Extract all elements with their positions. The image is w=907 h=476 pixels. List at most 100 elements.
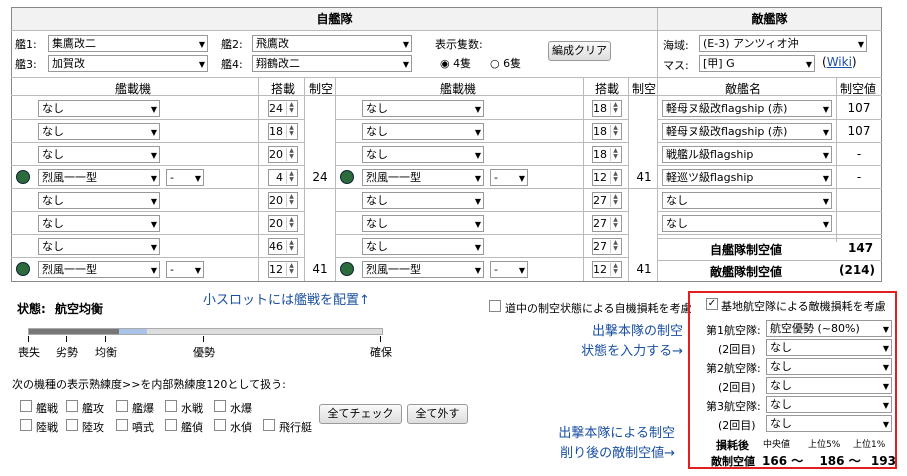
proficiency-type-checkbox[interactable] [165, 400, 177, 412]
proficiency-type-checkbox[interactable] [116, 419, 128, 431]
land-base-state-select[interactable]: なし ▼ [766, 396, 892, 413]
proficiency-type-checkbox[interactable] [20, 419, 32, 431]
ship1-label: 艦1: [15, 38, 37, 51]
slot-count-input[interactable]: 27 ▲ ▼ [592, 238, 622, 255]
slot-count-input[interactable]: 12 ▲ ▼ [268, 261, 298, 278]
own-fleet-header: 自艦隊 [12, 8, 657, 30]
proficiency-type-label: 陸攻 [82, 421, 104, 434]
slot-count-input[interactable]: 18 ▲ ▼ [592, 100, 622, 117]
radio-6[interactable]: ○ 6隻 [490, 55, 521, 71]
radio-4[interactable]: ◉ 4隻 [440, 55, 471, 71]
slot-count-input[interactable]: 18 ▲ ▼ [592, 146, 622, 163]
ship-air-value: 41 [312, 262, 328, 276]
aircraft-select[interactable]: なし ▼ [38, 238, 160, 255]
proficiency-type-label: 噴式 [132, 421, 154, 434]
enemy-ship-select[interactable]: 戦艦ル級flagship ▼ [662, 146, 832, 163]
slot-count-input[interactable]: 20 ▲ ▼ [268, 192, 298, 209]
land-base-state-select[interactable]: 航空優勢 (~80%) ▼ [766, 320, 892, 337]
ship2-select[interactable]: 飛鷹改 ▼ [252, 35, 412, 52]
result-mid-label: 中央値 [763, 440, 791, 450]
aircraft-select[interactable]: なし ▼ [362, 238, 484, 255]
enemy-air-value: - [856, 147, 862, 161]
status-label: 状態: [17, 302, 46, 316]
proficiency-type-label: 水偵 [230, 421, 252, 434]
proficiency-select[interactable]: - ▼ [166, 169, 204, 186]
enemy-ship-select[interactable]: 軽母ヌ級改flagship (赤) ▼ [662, 100, 832, 117]
aircraft-select[interactable]: 烈風一一型 ▼ [38, 169, 160, 186]
aircraft-select[interactable]: なし ▼ [362, 100, 484, 117]
land-base-state-select[interactable]: なし ▼ [766, 339, 892, 356]
slot-count-input[interactable]: 18 ▲ ▼ [592, 123, 622, 140]
aircraft-select[interactable]: なし ▼ [362, 123, 484, 140]
aircraft-select[interactable]: 烈風一一型 ▼ [362, 169, 484, 186]
proficiency-select[interactable]: - ▼ [490, 261, 528, 278]
proficiency-type-label: 飛行艇 [279, 421, 312, 434]
midway-loss-checkbox[interactable] [489, 300, 501, 312]
aircraft-select[interactable]: なし ▼ [38, 123, 160, 140]
slot-count-input[interactable]: 20 ▲ ▼ [268, 215, 298, 232]
enemy-ship-select[interactable]: なし ▼ [662, 192, 832, 209]
col-slots-right: 搭載 [595, 82, 620, 96]
gauge-label: 優勢 [193, 346, 215, 359]
col-slots-left: 搭載 [271, 82, 296, 96]
cell-select[interactable]: [甲] G ▼ [699, 55, 815, 72]
land-base-state-select[interactable]: なし ▼ [766, 358, 892, 375]
proficiency-type-label: 艦偵 [181, 421, 203, 434]
aircraft-select[interactable]: なし ▼ [38, 146, 160, 163]
aircraft-select[interactable]: なし ▼ [362, 146, 484, 163]
slot-count-input[interactable]: 20 ▲ ▼ [268, 146, 298, 163]
proficiency-type-label: 艦戦 [36, 402, 58, 415]
ship1-select[interactable]: 集鷹改二 ▼ [48, 35, 208, 52]
fighter-plane-icon [16, 262, 30, 276]
proficiency-type-label: 艦攻 [82, 402, 104, 415]
proficiency-select[interactable]: - ▼ [490, 169, 528, 186]
land-base-state-select[interactable]: なし ▼ [766, 415, 892, 432]
enemy-air-value: 107 [847, 101, 871, 115]
clear-fleet-button[interactable]: 編成クリア [548, 41, 611, 61]
aircraft-select[interactable]: 烈風一一型 ▼ [38, 261, 160, 278]
gauge-label: 均衡 [95, 346, 117, 359]
check-all-button[interactable]: 全てチェック [319, 404, 402, 424]
aircraft-select[interactable]: 烈風一一型 ▼ [362, 261, 484, 278]
ship3-select[interactable]: 加賀改 ▼ [48, 55, 208, 72]
slot-count-input[interactable]: 18 ▲ ▼ [268, 123, 298, 140]
proficiency-type-checkbox[interactable] [66, 400, 78, 412]
uncheck-all-button[interactable]: 全て外す [407, 404, 468, 424]
own-air-total-value: 147 [848, 241, 874, 255]
slot-count-input[interactable]: 24 ▲ ▼ [268, 100, 298, 117]
wiki-link[interactable]: Wiki [827, 55, 852, 69]
slot-count-input[interactable]: 12 ▲ ▼ [592, 169, 622, 186]
proficiency-type-checkbox[interactable] [214, 400, 226, 412]
aircraft-select[interactable]: なし ▼ [362, 215, 484, 232]
col-air-right: 制空 [632, 82, 657, 96]
ship4-select[interactable]: 翔鶴改二 ▼ [252, 55, 412, 72]
gauge-label: 喪失 [18, 346, 40, 359]
aircraft-select[interactable]: なし ▼ [38, 215, 160, 232]
enemy-ship-select[interactable]: 軽巡ツ級flagship ▼ [662, 169, 832, 186]
land-base-checkbox[interactable]: ✓ [706, 298, 718, 310]
enemy-air-value: - [856, 170, 862, 184]
proficiency-type-checkbox[interactable] [66, 419, 78, 431]
proficiency-select[interactable]: - ▼ [166, 261, 204, 278]
proficiency-type-checkbox[interactable] [263, 419, 275, 431]
aircraft-select[interactable]: なし ▼ [362, 192, 484, 209]
enemy-ship-select[interactable]: 軽母ヌ級改flagship (赤) ▼ [662, 123, 832, 140]
proficiency-type-checkbox[interactable] [20, 400, 32, 412]
aircraft-select[interactable]: なし ▼ [38, 192, 160, 209]
aircraft-select[interactable]: なし ▼ [38, 100, 160, 117]
slot-count-input[interactable]: 46 ▲ ▼ [268, 238, 298, 255]
enemy-ship-select[interactable]: なし ▼ [662, 215, 832, 232]
land-base-state-select[interactable]: なし ▼ [766, 377, 892, 394]
proficiency-type-checkbox[interactable] [214, 419, 226, 431]
slot-count-input[interactable]: 12 ▲ ▼ [592, 261, 622, 278]
slot-count-input[interactable]: 4 ▲ ▼ [268, 169, 298, 186]
own-air-total-label: 自艦隊制空値 [710, 243, 783, 257]
proficiency-type-checkbox[interactable] [165, 419, 177, 431]
slot-count-input[interactable]: 27 ▲ ▼ [592, 215, 622, 232]
col-enemy-name: 敵艦名 [725, 82, 762, 96]
proficiency-type-checkbox[interactable] [116, 400, 128, 412]
col-air-left: 制空 [309, 82, 334, 96]
slot-count-input[interactable]: 27 ▲ ▼ [592, 192, 622, 209]
ship-air-value: 41 [636, 262, 652, 276]
sea-area-select[interactable]: (E-3) アンツィオ沖 ▼ [699, 35, 867, 52]
